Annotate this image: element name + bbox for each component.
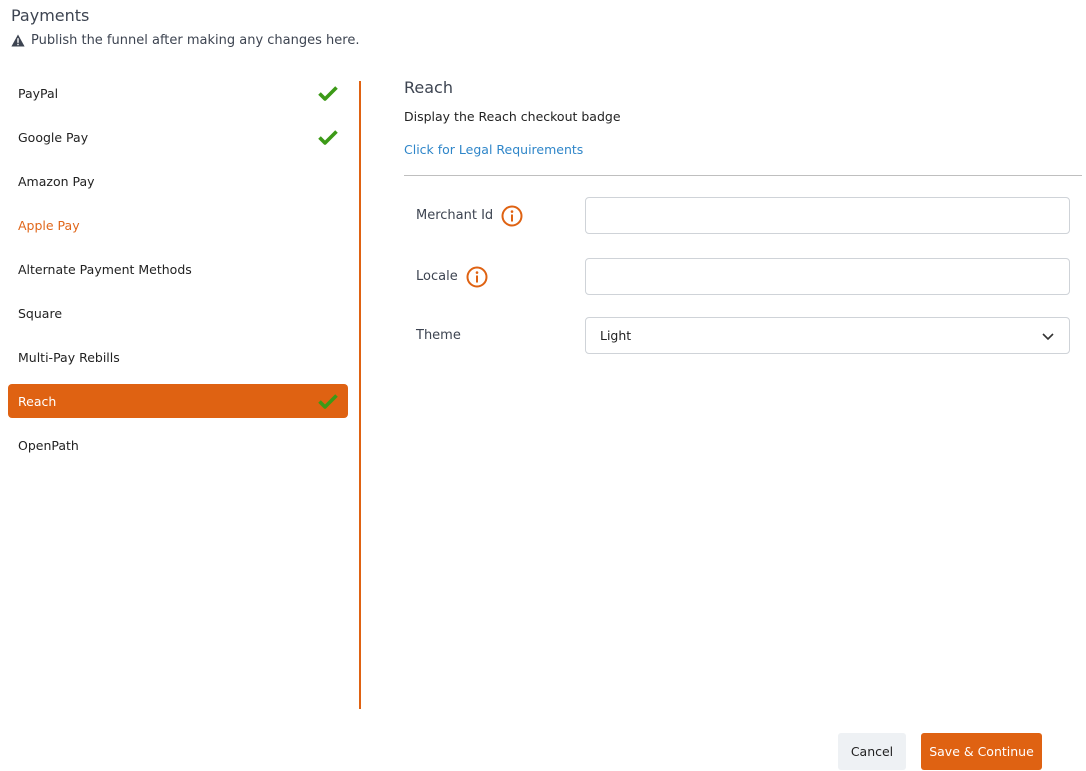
- merchant-id-label-group: Merchant Id: [416, 205, 523, 227]
- merchant-id-label: Merchant Id: [416, 208, 494, 223]
- checkmark-icon: [318, 393, 338, 409]
- sidebar-item-label: Alternate Payment Methods: [18, 261, 192, 277]
- sidebar-item-square[interactable]: Square: [8, 296, 348, 330]
- locale-row: Locale: [404, 258, 1082, 295]
- theme-label-group: Theme: [416, 328, 461, 343]
- sidebar-item-apple-pay[interactable]: Apple Pay: [8, 208, 348, 242]
- warning-text: Publish the funnel after making any chan…: [31, 33, 360, 48]
- theme-selected-value: Light: [600, 328, 632, 343]
- warning-triangle-icon: [11, 34, 25, 47]
- sidebar-divider: [359, 81, 361, 709]
- sidebar-item-multi-pay-rebills[interactable]: Multi-Pay Rebills: [8, 340, 348, 374]
- theme-select[interactable]: Light: [585, 317, 1070, 354]
- sidebar-item-label: PayPal: [18, 85, 59, 101]
- payment-methods-sidebar: PayPal Google Pay Amazon Pay Apple Pay A…: [8, 76, 348, 472]
- section-title: Reach: [404, 78, 453, 97]
- sidebar-item-label: Reach: [18, 393, 57, 409]
- section-description: Display the Reach checkout badge: [404, 109, 621, 124]
- sidebar-item-openpath[interactable]: OpenPath: [8, 428, 348, 462]
- checkmark-icon: [318, 129, 338, 145]
- info-circle-icon[interactable]: [501, 205, 523, 227]
- locale-label: Locale: [416, 269, 458, 284]
- page-title: Payments: [11, 6, 90, 25]
- merchant-id-row: Merchant Id: [404, 197, 1082, 234]
- sidebar-item-label: Square: [18, 305, 63, 321]
- sidebar-item-alternate-payment-methods[interactable]: Alternate Payment Methods: [8, 252, 348, 286]
- sidebar-item-label: Apple Pay: [18, 217, 80, 233]
- chevron-down-icon: [1041, 331, 1055, 341]
- publish-warning: Publish the funnel after making any chan…: [11, 33, 359, 48]
- locale-input[interactable]: [585, 258, 1070, 295]
- sidebar-item-paypal[interactable]: PayPal: [8, 76, 348, 110]
- info-circle-icon[interactable]: [466, 266, 488, 288]
- theme-label: Theme: [416, 328, 461, 343]
- reach-settings-panel: Reach Display the Reach checkout badge C…: [404, 78, 1082, 354]
- locale-label-group: Locale: [416, 266, 488, 288]
- legal-requirements-link[interactable]: Click for Legal Requirements: [404, 142, 583, 157]
- checkmark-icon: [318, 85, 338, 101]
- sidebar-item-label: Google Pay: [18, 129, 89, 145]
- theme-row: Theme Light: [404, 317, 1082, 354]
- section-divider: [404, 175, 1082, 176]
- cancel-button[interactable]: Cancel: [838, 733, 906, 770]
- sidebar-item-label: OpenPath: [18, 437, 79, 453]
- save-continue-button[interactable]: Save & Continue: [921, 733, 1042, 770]
- sidebar-item-google-pay[interactable]: Google Pay: [8, 120, 348, 154]
- merchant-id-input[interactable]: [585, 197, 1070, 234]
- sidebar-item-amazon-pay[interactable]: Amazon Pay: [8, 164, 348, 198]
- sidebar-item-label: Multi-Pay Rebills: [18, 349, 120, 365]
- sidebar-item-label: Amazon Pay: [18, 173, 95, 189]
- sidebar-item-reach[interactable]: Reach: [8, 384, 348, 418]
